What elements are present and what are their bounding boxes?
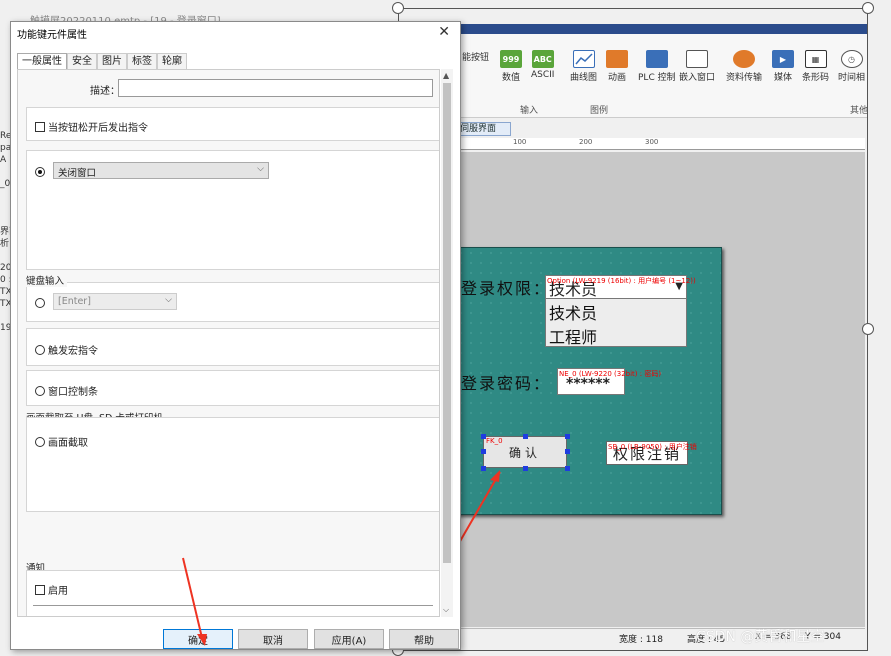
capture-radio-label: 画面截取: [48, 438, 88, 449]
properties-dialog: 功能键元件属性 ✕ 一般属性 安全 图片 标签 轮廓 描述： 当按钮松开后发出指…: [10, 21, 461, 650]
resize-handle[interactable]: [862, 2, 874, 14]
tab-picture[interactable]: 图片: [97, 53, 127, 69]
dialog-tabs: 一般属性 安全 图片 标签 轮廓: [17, 53, 187, 70]
keyboard-section-title: 键盘输入: [26, 273, 68, 287]
dialog-title: 功能键元件属性: [17, 30, 87, 41]
release-checkbox-row[interactable]: 当按钮松开后发出指令: [35, 119, 148, 134]
capture-radio[interactable]: [35, 437, 45, 447]
release-checkbox-label: 当按钮松开后发出指令: [48, 123, 148, 134]
macro-radio-label: 触发宏指令: [48, 346, 98, 357]
keyboard-select: [Enter] ⌵: [53, 293, 177, 310]
action-select[interactable]: 关闭窗口 ⌵: [53, 162, 269, 179]
tab-outline[interactable]: 轮廓: [157, 53, 187, 69]
notify-box: 启用: [26, 570, 439, 616]
keyboard-radio-row[interactable]: [35, 298, 48, 310]
keyboard-radio[interactable]: [35, 298, 45, 308]
enable-checkbox-label: 启用: [48, 586, 68, 597]
macro-box: 触发宏指令: [26, 328, 439, 366]
enable-checkbox-row[interactable]: 启用: [35, 582, 68, 597]
apply-button[interactable]: 应用(A): [314, 629, 384, 649]
keyboard-select-value: [Enter]: [58, 296, 91, 307]
resize-handle[interactable]: [392, 2, 404, 14]
scroll-thumb[interactable]: [443, 83, 451, 563]
help-button[interactable]: 帮助: [389, 629, 459, 649]
cancel-label: 取消: [263, 635, 283, 647]
tab-security[interactable]: 安全: [67, 53, 97, 69]
close-icon[interactable]: ✕: [438, 24, 450, 40]
capture-box: 画面截取: [26, 417, 439, 512]
macro-radio-row[interactable]: 触发宏指令: [35, 342, 98, 357]
apply-label: 应用(A): [331, 635, 367, 647]
window-control-radio[interactable]: [35, 386, 45, 396]
general-panel: 描述： 当按钮松开后发出指令 关闭窗口 ⌵ [Enter] ⌵ 键盘输入 触发宏…: [17, 69, 440, 617]
chevron-down-icon: ⌵: [257, 164, 264, 174]
cancel-button[interactable]: 取消: [238, 629, 308, 649]
close-window-box: 关闭窗口 ⌵: [26, 150, 439, 270]
close-window-radio-row[interactable]: [35, 167, 48, 179]
enable-checkbox[interactable]: [35, 585, 45, 595]
window-control-radio-label: 窗口控制条: [48, 387, 98, 398]
window-control-radio-row[interactable]: 窗口控制条: [35, 383, 98, 398]
release-box: 当按钮松开后发出指令: [26, 107, 439, 141]
description-input[interactable]: [118, 79, 433, 97]
close-window-radio[interactable]: [35, 167, 45, 177]
annotation-arrow: [182, 557, 207, 646]
chevron-down-icon: ⌵: [165, 295, 172, 305]
resize-handle[interactable]: [862, 323, 874, 335]
description-label: 描述：: [90, 86, 120, 97]
capture-radio-row[interactable]: 画面截取: [35, 434, 88, 449]
scroll-up-icon[interactable]: ▲: [443, 71, 449, 80]
scroll-down-icon[interactable]: ⌵: [443, 605, 449, 615]
action-select-value: 关闭窗口: [58, 168, 97, 179]
divider: [33, 605, 433, 606]
release-checkbox[interactable]: [35, 122, 45, 132]
tab-label[interactable]: 标签: [127, 53, 157, 69]
macro-radio[interactable]: [35, 345, 45, 355]
dialog-footer: 确定 取消 应用(A) 帮助: [11, 622, 462, 650]
tab-general[interactable]: 一般属性: [17, 53, 67, 70]
help-label: 帮助: [414, 635, 434, 647]
vertical-scrollbar[interactable]: ▲ ⌵: [441, 69, 453, 617]
window-control-box: 窗口控制条: [26, 370, 439, 406]
keyboard-box: [Enter] ⌵: [26, 282, 439, 322]
